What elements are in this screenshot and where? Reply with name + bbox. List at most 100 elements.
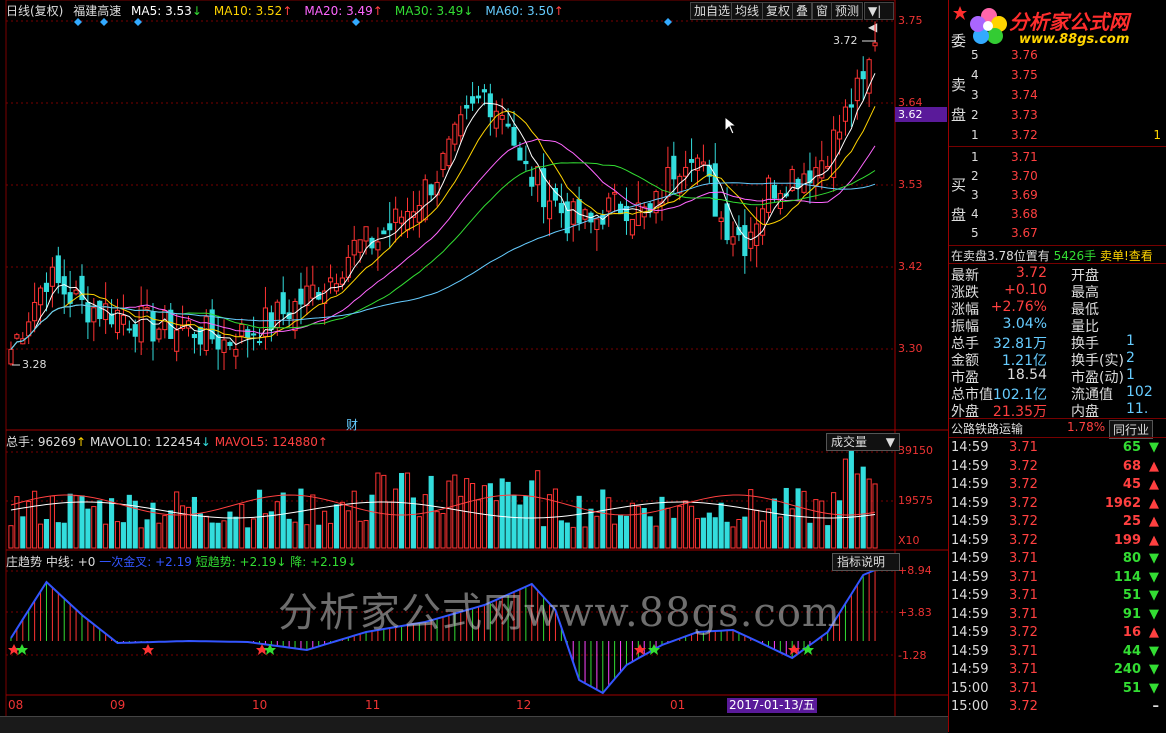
volume-bar bbox=[546, 494, 553, 549]
candle-body bbox=[197, 326, 203, 345]
volume-bar bbox=[760, 520, 766, 549]
stat-row: 涨跌 +0.10 最高 bbox=[951, 282, 1166, 301]
candle-body bbox=[97, 300, 103, 320]
candle-body bbox=[612, 191, 618, 195]
arrow-down-icon: ▼ bbox=[1149, 569, 1159, 585]
candle-body bbox=[570, 201, 576, 225]
industry-pct: 1.78% bbox=[1067, 420, 1106, 434]
candle-body bbox=[700, 161, 706, 165]
volume-indicator-select[interactable]: 成交量 ▼ bbox=[826, 433, 900, 451]
dash-icon: – bbox=[1152, 699, 1160, 714]
volume-bar bbox=[209, 522, 215, 549]
stat-row: 涨幅 +2.76% 最低 bbox=[951, 299, 1166, 318]
level-price: 3.75 bbox=[1011, 68, 1038, 82]
candle-body bbox=[836, 131, 843, 140]
chevron-down-icon: ▼ bbox=[885, 435, 895, 449]
buy-level[interactable]: 1 3.71 bbox=[971, 150, 1166, 170]
indicator-short: 短趋势: +2.19 bbox=[195, 555, 277, 569]
candle-body bbox=[416, 205, 422, 223]
volume-bar bbox=[8, 525, 14, 549]
candle-body bbox=[724, 203, 730, 241]
candle-body bbox=[464, 105, 470, 109]
buy-level[interactable]: 3 3.69 bbox=[971, 188, 1166, 208]
sell-level[interactable]: 4 3.75 bbox=[971, 68, 1166, 88]
volume-bar bbox=[351, 490, 357, 549]
candle-body bbox=[730, 236, 736, 245]
volume-total-arrow: ↑ bbox=[76, 435, 87, 449]
indicator-name[interactable]: 庄趋势 bbox=[6, 555, 42, 569]
volume-bar bbox=[617, 514, 624, 549]
candle-body bbox=[866, 59, 872, 94]
tick-time: 14:59 bbox=[951, 514, 989, 529]
candle-body bbox=[310, 284, 316, 299]
event-diamond-icon bbox=[664, 18, 672, 26]
signal-star-icon bbox=[16, 644, 28, 655]
finance-marker[interactable]: 财 bbox=[346, 416, 358, 433]
volume-bar bbox=[393, 488, 399, 549]
sell-level[interactable]: 1 3.72 1 bbox=[971, 128, 1166, 148]
volume-bar bbox=[801, 490, 807, 549]
flower-logo-icon bbox=[970, 8, 1007, 44]
volume-bar bbox=[404, 472, 411, 549]
buy-level[interactable]: 5 3.67 bbox=[971, 226, 1166, 246]
candle-body bbox=[55, 255, 61, 284]
volume-bar bbox=[109, 498, 115, 549]
volume-bar bbox=[777, 516, 783, 549]
volume-bar bbox=[718, 502, 724, 549]
stat-row: 外盘 21.35万 内盘 11. bbox=[951, 401, 1166, 420]
stat-row: 振幅 3.04% 量比 bbox=[951, 316, 1166, 335]
candle-body bbox=[251, 333, 257, 336]
industry-name: 公路铁路运输 bbox=[951, 422, 1024, 436]
arrow-down-icon: ▼ bbox=[1149, 440, 1159, 455]
volume-bar bbox=[677, 505, 683, 549]
sell-level[interactable]: 5 3.76 bbox=[971, 48, 1166, 68]
bottom-tab-bar[interactable] bbox=[0, 716, 948, 733]
candle-body bbox=[487, 93, 493, 118]
volume-bar bbox=[191, 496, 198, 549]
buy-level[interactable]: 4 3.68 bbox=[971, 207, 1166, 227]
event-diamond-icon bbox=[74, 18, 82, 26]
industry-bar[interactable]: 公路铁路运输 1.78% 同行业 bbox=[949, 420, 1166, 439]
volume-bar bbox=[689, 505, 695, 549]
candle-body bbox=[629, 218, 635, 236]
volume-bar bbox=[144, 519, 150, 549]
level-number: 1 bbox=[971, 128, 979, 142]
candle-body bbox=[156, 328, 162, 340]
candle-body bbox=[458, 114, 464, 137]
volume-bar bbox=[162, 515, 168, 549]
candle-body bbox=[523, 160, 529, 165]
indicator-help-button[interactable]: 指标说明 bbox=[832, 553, 900, 571]
volume-bar bbox=[529, 480, 535, 549]
tick-row: 14:59 3.71 80 ▼ bbox=[951, 551, 1163, 569]
tick-time: 14:59 bbox=[951, 440, 989, 455]
volume-bar bbox=[245, 527, 251, 549]
candle-body bbox=[256, 341, 263, 344]
level-price: 3.73 bbox=[1011, 108, 1038, 122]
candle-body bbox=[227, 342, 233, 346]
sell-level[interactable]: 2 3.73 bbox=[971, 108, 1166, 128]
committee-label: 委 bbox=[951, 32, 967, 50]
candle-body bbox=[375, 241, 381, 251]
mavol10-arrow: ↓ bbox=[200, 435, 211, 449]
sell-level[interactable]: 3 3.74 bbox=[971, 88, 1166, 108]
tick-price: 3.71 bbox=[1009, 606, 1038, 622]
tick-row: 14:59 3.72 45 ▲ bbox=[951, 477, 1163, 495]
volume-bar bbox=[262, 513, 269, 549]
tick-price: 3.71 bbox=[1009, 643, 1038, 659]
candle-body bbox=[357, 239, 363, 253]
tick-time: 14:59 bbox=[951, 477, 989, 492]
volume-bar bbox=[795, 488, 801, 549]
date-tick: 12 bbox=[516, 698, 532, 712]
volume-bar bbox=[55, 522, 61, 549]
stat-value-2: 1 bbox=[1126, 367, 1135, 383]
volume-bar bbox=[452, 474, 458, 549]
buy-level[interactable]: 2 3.70 bbox=[971, 169, 1166, 189]
big-order-notice[interactable]: 在卖盘3.78位置有 5426手 卖单!查看 bbox=[951, 247, 1166, 264]
level-volume: 1 bbox=[1153, 128, 1161, 142]
tick-volume: 51 bbox=[1122, 588, 1141, 603]
indicator-legend: 庄趋势 中线: +0 一次金叉: +2.19 短趋势: +2.19↓ 降: +2… bbox=[6, 553, 357, 570]
chart-area[interactable]: 日线(复权) 福建高速 MA5: 3.53↓ MA10: 3.52↑ MA20: 3… bbox=[0, 0, 948, 718]
tick-price: 3.71 bbox=[1009, 588, 1038, 603]
mavol5: MAVOL5: 124880 bbox=[214, 435, 318, 449]
volume-bar bbox=[647, 516, 653, 549]
